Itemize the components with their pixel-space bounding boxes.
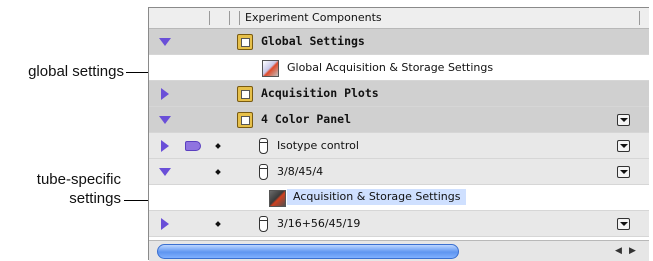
tree-row-label: 3/8/45/4 [277, 165, 324, 178]
folder-icon [237, 112, 253, 128]
settings-icon [269, 190, 286, 207]
tube-specific-callout: tube-specific settings [0, 170, 121, 208]
current-tube-pointer-icon[interactable] [185, 141, 201, 151]
column-separator [209, 11, 210, 25]
tree-row-3-8-45-4[interactable]: 3/8/45/4 [149, 159, 649, 185]
expand-triangle-icon[interactable] [159, 168, 171, 176]
tree-row-3-16-56-45-19[interactable]: 3/16+56/45/19 [149, 211, 649, 237]
tube-marker-icon [215, 143, 221, 149]
tube-icon [259, 164, 268, 180]
tree-row-global-acquisition-settings[interactable]: Global Acquisition & Storage Settings [149, 55, 649, 81]
experiment-browser: Experiment Components Global Settings Gl… [148, 7, 649, 261]
column-separator [229, 11, 230, 25]
tree-row-label: Global Acquisition & Storage Settings [287, 61, 494, 74]
tube-specific-callout-line2: settings [69, 190, 121, 207]
tree-row-isotype-control[interactable]: Isotype control [149, 133, 649, 159]
tree-row-label: 3/16+56/45/19 [277, 217, 361, 230]
expand-triangle-icon[interactable] [159, 116, 171, 124]
tree-row-label: Global Settings [261, 34, 365, 48]
column-separator [639, 11, 640, 25]
popup-menu-icon[interactable] [617, 218, 630, 230]
scrollbar-thumb[interactable] [157, 244, 459, 259]
tube-marker-icon [215, 169, 221, 175]
tree-row-acquisition-plots[interactable]: Acquisition Plots [149, 81, 649, 107]
tree-row-acquisition-storage-settings[interactable]: Acquisition & Storage Settings [149, 185, 649, 211]
popup-menu-icon[interactable] [617, 140, 630, 152]
scroll-left-arrow-icon[interactable]: ◀ [615, 246, 622, 256]
column-header: Experiment Components [149, 8, 649, 29]
collapse-triangle-icon[interactable] [161, 218, 169, 230]
collapse-triangle-icon[interactable] [161, 140, 169, 152]
tree-row-label: Acquisition & Storage Settings [287, 189, 467, 205]
tree-row-global-settings[interactable]: Global Settings [149, 29, 649, 55]
settings-icon [262, 60, 279, 77]
tree-row-label: Isotype control [277, 139, 359, 152]
tree-row-4-color-panel[interactable]: 4 Color Panel [149, 107, 649, 133]
global-settings-callout: global settings [28, 63, 124, 80]
tube-marker-icon [215, 221, 221, 227]
column-header-title: Experiment Components [245, 11, 382, 24]
tube-icon [259, 216, 268, 232]
popup-menu-icon[interactable] [617, 166, 630, 178]
expand-triangle-icon[interactable] [159, 38, 171, 46]
tree-row-label: 4 Color Panel [261, 112, 352, 126]
tube-icon [259, 138, 268, 154]
tube-specific-callout-line1: tube-specific [36, 171, 121, 188]
column-separator [239, 11, 240, 25]
tree-row-label: Acquisition Plots [261, 86, 379, 100]
collapse-triangle-icon[interactable] [161, 88, 169, 100]
folder-icon [237, 86, 253, 102]
popup-menu-icon[interactable] [617, 114, 630, 126]
folder-icon [237, 34, 253, 50]
scroll-right-arrow-icon[interactable]: ▶ [629, 246, 636, 256]
horizontal-scrollbar[interactable]: ◀ ▶ [149, 240, 649, 261]
